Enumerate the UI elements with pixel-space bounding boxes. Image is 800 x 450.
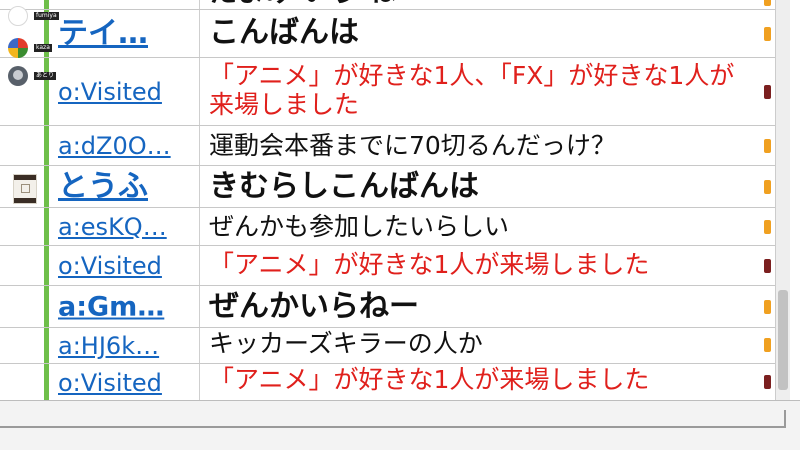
divider-tick [784,410,786,428]
viewer-name: あとり [34,72,57,80]
row-accent-bar [44,246,49,285]
comment-text: ぜんかも参加したいらしい [209,212,510,241]
row-accent-bar [44,364,49,400]
comment-marker [764,375,771,389]
icon-cell [4,286,45,327]
comment-row[interactable]: a:dZ0O… 運動会本番までに70切るんだっけ？ [0,126,790,166]
comment-text: 「アニメ」が好きな1人が来場しました [209,365,650,394]
row-accent-bar [44,126,49,165]
column-separator [199,208,200,245]
comment-marker [764,338,771,352]
comment-text: きむらしこんばんは [209,169,479,204]
column-separator [199,58,200,125]
scrollbar-thumb[interactable] [778,290,788,390]
comment-marker [764,85,771,99]
divider [0,426,785,428]
icon-cell [4,126,45,165]
comment-marker [764,27,771,41]
row-accent-bar [44,286,49,327]
comment-marker [764,139,771,153]
viewer-entry: fumiya [8,6,59,26]
column-separator [199,328,200,363]
tofu-user-icon [13,174,37,204]
viewer-entry: kaza [8,38,52,58]
user-name-link[interactable]: o:Visited [58,371,162,395]
bottom-panel [0,400,800,450]
comment-marker [764,0,771,6]
comment-row[interactable]: とうふ きむらしこんばんは [0,166,790,208]
user-name-link[interactable]: o:Visited [58,254,162,278]
viewer-entry: あとり [8,66,57,86]
column-separator [199,126,200,165]
column-separator [199,364,200,400]
comment-marker [764,259,771,273]
user-name-link[interactable]: とうふ [58,171,148,202]
user-name-link[interactable]: テイ… [58,18,148,49]
comment-row[interactable]: a:Gm… ぜんかいらねー [0,286,790,328]
comment-text: 「アニメ」が好きな1人が来場しました [209,250,650,279]
comment-row[interactable]: o:Visited 「アニメ」が好きな1人が来場しました [0,246,790,286]
row-accent-bar [44,328,49,363]
comment-marker [764,180,771,194]
user-name-link[interactable]: a:Gm… [58,293,164,320]
icon-cell [4,328,45,363]
comment-row[interactable]: o:Visited 「アニメ」が好きな1人、「FX」が好きな1人が来場しました [0,58,790,126]
comment-text: 運動会本番までに70切るんだっけ？ [209,131,616,160]
comment-marker [764,300,771,314]
avatar [8,6,28,26]
comment-viewer: たまみ いう ね テイ… こんばんは o:Visited 「アニメ」が好きな1人… [0,0,790,400]
comment-row[interactable]: a:HJ6k… キッカーズキラーの人か [0,328,790,364]
comment-row[interactable]: テイ… こんばんは [0,10,790,58]
column-separator [199,10,200,57]
avatar [8,66,28,86]
row-accent-bar [44,166,49,207]
icon-cell [4,364,45,400]
column-separator [199,166,200,207]
viewer-name: kaza [34,44,52,52]
column-separator [199,246,200,285]
comment-text: 「アニメ」が好きな1人、「FX」が好きな1人が来場しました [209,61,735,119]
comment-row[interactable]: a:esKQ… ぜんかも参加したいらしい [0,208,790,246]
user-name-link[interactable]: a:HJ6k… [58,334,159,358]
comment-text: たまみ いう ね [209,0,769,8]
avatar [8,38,28,58]
column-separator [199,286,200,327]
user-name-link[interactable]: a:dZ0O… [58,134,171,158]
column-separator [199,0,200,9]
icon-cell [4,208,45,245]
viewer-name: fumiya [34,12,59,20]
icon-cell [4,246,45,285]
comment-row[interactable]: たまみ いう ね [0,0,790,10]
comment-marker [764,220,771,234]
comment-text: こんばんは [209,15,359,50]
user-name-link[interactable]: o:Visited [58,80,162,104]
comment-row[interactable]: o:Visited 「アニメ」が好きな1人が来場しました [0,364,790,400]
vertical-scrollbar[interactable] [775,0,790,400]
comment-text: ぜんかいらねー [209,289,419,324]
user-name-link[interactable]: a:esKQ… [58,215,167,239]
row-accent-bar [44,208,49,245]
comment-text: キッカーズキラーの人か [209,329,483,358]
